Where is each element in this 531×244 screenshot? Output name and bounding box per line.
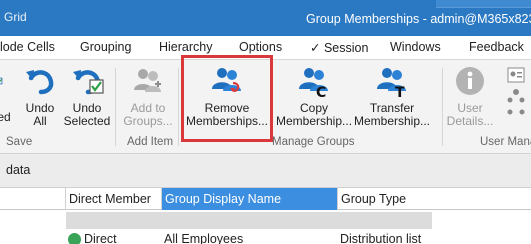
svg-text:T: T: [395, 85, 405, 98]
transfer-membership-label-2: Membership...: [353, 114, 431, 128]
title-bar: Grid Group Memberships - admin@M365x8239…: [0, 0, 531, 36]
table-row[interactable]: Direct All Employees Distribution list: [0, 230, 531, 244]
transfer-membership-button[interactable]: T Transfer Membership...: [352, 64, 432, 128]
ribbon-separator: [115, 68, 116, 146]
undo-all-button[interactable]: Undo All: [20, 64, 60, 128]
cell-direct-member: Direct: [84, 232, 117, 244]
group-label-save: Save: [6, 136, 33, 148]
filter-row: [0, 210, 531, 230]
cell-group-display-name: All Employees: [164, 232, 244, 244]
undo-selected-label-2: Selected: [63, 114, 111, 128]
menu-item-windows[interactable]: Windows: [390, 40, 441, 54]
undo-icon: [26, 70, 54, 95]
menu-item-hierarchy[interactable]: Hierarchy: [159, 40, 213, 54]
add-group-icon: [134, 69, 161, 92]
column-header-direct-member[interactable]: Direct Member: [65, 188, 161, 210]
user-card-icons[interactable]: [502, 66, 530, 128]
group-label-user-mana: User Mana: [480, 136, 531, 148]
copy-membership-icon: C: [299, 68, 328, 98]
app-title-fragment: Grid: [4, 10, 27, 24]
undo-selected-button[interactable]: Undo Selected: [62, 64, 112, 128]
save-partial-button[interactable]: ed: [0, 64, 12, 124]
remove-memberships-highlight: [181, 55, 273, 142]
data-strip: data: [0, 154, 531, 188]
add-to-groups-button[interactable]: Add to Groups...: [120, 64, 176, 128]
menu-item-session[interactable]: ✓ Session: [310, 40, 368, 55]
grid-header: Direct Member Group Display Name Group T…: [0, 188, 531, 210]
copy-membership-button[interactable]: C Copy Membership...: [276, 64, 352, 128]
ribbon-separator: [442, 68, 443, 146]
menu-item-feedback[interactable]: Feedback: [469, 40, 524, 54]
column-header-group-display-name[interactable]: Group Display Name: [161, 188, 337, 210]
add-to-groups-label-2: Groups...: [123, 114, 173, 128]
info-icon: [456, 67, 484, 95]
group-label-manage-groups: Manage Groups: [272, 136, 355, 148]
user-details-button[interactable]: User Details...: [446, 64, 494, 128]
undo-selected-icon: [73, 70, 104, 95]
check-icon: [0, 77, 3, 85]
cell-group-type: Distribution list: [340, 232, 422, 244]
column-header-blank: [0, 188, 66, 210]
group-label-add-item: Add Item: [127, 136, 174, 148]
copy-membership-label-2: Membership...: [276, 114, 353, 128]
svg-text:C: C: [316, 85, 326, 98]
menu-item-decode-cells[interactable]: lode Cells: [0, 40, 55, 54]
user-details-label-2: Details...: [446, 114, 494, 128]
ribbon-separator: [178, 68, 179, 146]
window-title: Group Memberships - admin@M365x82397: [306, 12, 531, 26]
titlebar-decoration: [436, 0, 531, 8]
column-header-group-type[interactable]: Group Type: [337, 188, 433, 210]
direct-member-icon: [68, 233, 81, 244]
menu-item-options[interactable]: Options: [239, 40, 282, 54]
save-partial-label: ed: [0, 110, 11, 124]
data-strip-label: data: [6, 163, 31, 177]
filter-cell[interactable]: [66, 212, 432, 229]
menu-item-grouping[interactable]: Grouping: [80, 40, 131, 54]
undo-all-label-2: All: [33, 114, 47, 128]
transfer-membership-icon: T: [377, 68, 406, 98]
